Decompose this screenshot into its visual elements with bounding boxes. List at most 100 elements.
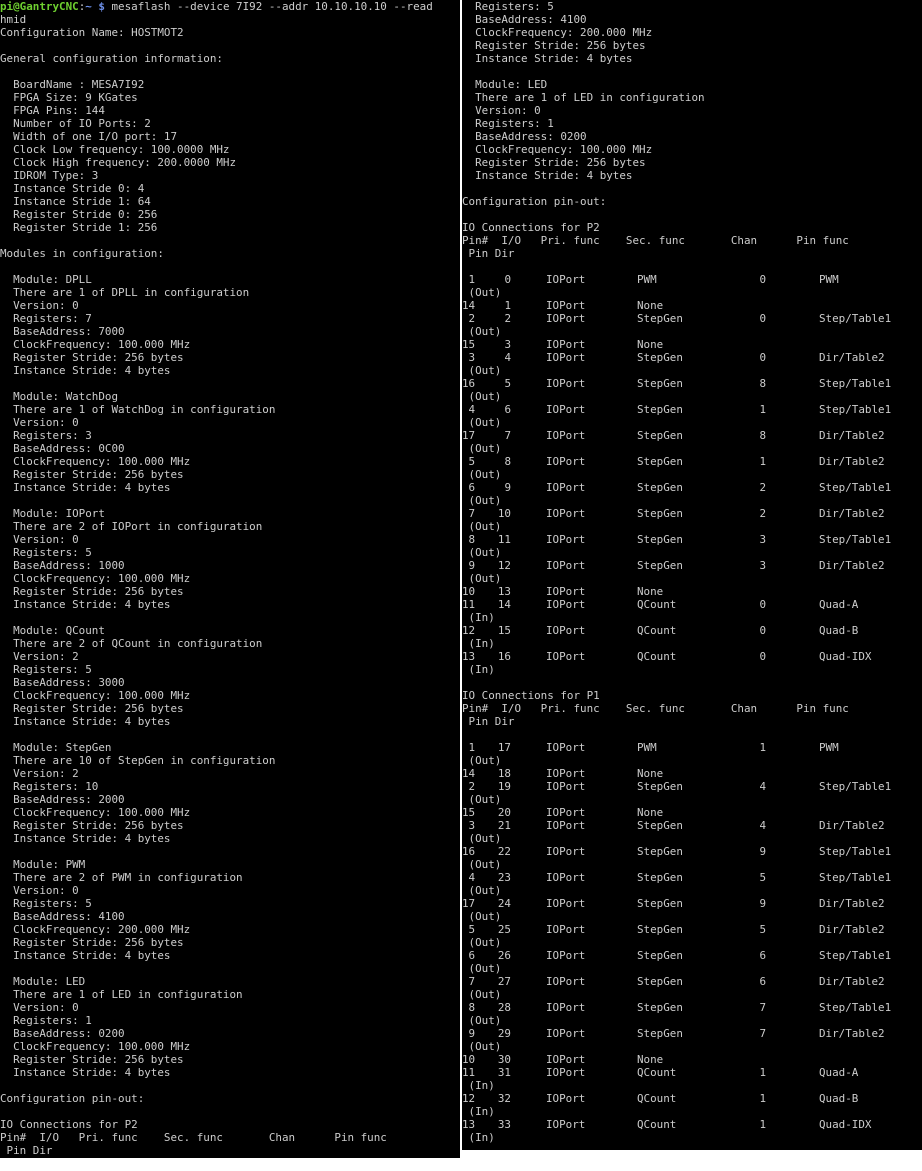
channel: 5 bbox=[759, 871, 766, 884]
pin-row: 4 6 IOPort StepGen 1 Step/Table1 bbox=[462, 403, 922, 416]
pin-direction: (Out) bbox=[462, 364, 502, 377]
channel: 6 bbox=[759, 949, 766, 962]
output-line: Configuration Name: HOSTMOT2 bbox=[0, 26, 184, 39]
prompt-user: pi@GantryCNC bbox=[0, 0, 79, 13]
pin-row: 5 8 IOPort StepGen 1 Dir/Table2 bbox=[462, 455, 922, 468]
channel: 8 bbox=[759, 429, 766, 442]
output-line: Configuration pin-out: bbox=[0, 1092, 145, 1105]
output-line: Instance Stride: 4 bytes bbox=[0, 832, 171, 845]
io-number: 13 bbox=[497, 585, 511, 598]
pin-function: PWM bbox=[819, 273, 839, 286]
primary-function: IOPort bbox=[546, 949, 586, 962]
output-line: Version: 0 bbox=[0, 533, 79, 546]
io-number: 5 bbox=[504, 377, 511, 390]
output-line: IO Connections for P2 bbox=[0, 1118, 138, 1131]
io-number: 9 bbox=[504, 481, 511, 494]
pin-row: 15 20 IOPort None bbox=[462, 806, 922, 819]
output-line: Registers: 5 bbox=[0, 897, 92, 910]
pin-direction: (In) bbox=[462, 663, 495, 676]
primary-function: IOPort bbox=[546, 624, 586, 637]
output-line: Module: LED bbox=[0, 975, 86, 988]
output-line: Module: DPLL bbox=[0, 273, 92, 286]
pin-row: 5 25 IOPort StepGen 5 Dir/Table2 bbox=[462, 923, 922, 936]
primary-function: IOPort bbox=[546, 338, 586, 351]
pin-function: Quad-B bbox=[819, 1092, 859, 1105]
terminal-window-left[interactable]: pi@GantryCNC:~ $ mesaflash --device 7I92… bbox=[0, 0, 460, 1158]
io-table-header: Pin# I/O Pri. func Sec. func Chan Pin fu… bbox=[462, 234, 849, 247]
secondary-function: StepGen bbox=[637, 949, 683, 962]
pin-row: 9 29 IOPort StepGen 7 Dir/Table2 bbox=[462, 1027, 922, 1040]
pin-direction: (Out) bbox=[462, 988, 502, 1001]
io-number: 26 bbox=[497, 949, 511, 962]
output-line: Instance Stride: 4 bytes bbox=[0, 481, 171, 494]
pin-row: 7 27 IOPort StepGen 6 Dir/Table2 bbox=[462, 975, 922, 988]
output-line: Registers: 10 bbox=[0, 780, 99, 793]
io-number: 19 bbox=[497, 780, 511, 793]
pin-direction: (Out) bbox=[462, 858, 502, 871]
pin-direction: (In) bbox=[462, 1131, 495, 1144]
terminal-window-right[interactable]: Registers: 5 BaseAddress: 4100 ClockFreq… bbox=[462, 0, 922, 1150]
primary-function: IOPort bbox=[546, 1092, 586, 1105]
primary-function: IOPort bbox=[546, 1027, 586, 1040]
pin-direction: (Out) bbox=[462, 494, 502, 507]
output-line: ClockFrequency: 100.000 MHz bbox=[0, 806, 191, 819]
output-line: Version: 0 bbox=[0, 416, 79, 429]
primary-function: IOPort bbox=[546, 650, 586, 663]
channel: 1 bbox=[759, 403, 766, 416]
output-line: Register Stride: 256 bytes bbox=[462, 156, 646, 169]
channel: 1 bbox=[759, 1118, 766, 1131]
pin-direction: (Out) bbox=[462, 1014, 502, 1027]
pin-function: Dir/Table2 bbox=[819, 507, 885, 520]
output-line: BaseAddress: 0200 bbox=[0, 1027, 125, 1040]
io-number: 14 bbox=[497, 598, 511, 611]
channel: 0 bbox=[759, 624, 766, 637]
secondary-function: StepGen bbox=[637, 533, 683, 546]
channel: 7 bbox=[759, 1027, 766, 1040]
secondary-function: StepGen bbox=[637, 481, 683, 494]
primary-function: IOPort bbox=[546, 975, 586, 988]
io-number: 1 bbox=[504, 299, 511, 312]
output-line: There are 2 of IOPort in configuration bbox=[0, 520, 263, 533]
output-line: BaseAddress: 2000 bbox=[0, 793, 125, 806]
channel: 2 bbox=[759, 507, 766, 520]
secondary-function: None bbox=[637, 585, 664, 598]
channel: 7 bbox=[759, 1001, 766, 1014]
primary-function: IOPort bbox=[546, 312, 586, 325]
channel: 1 bbox=[759, 455, 766, 468]
pin-function: Step/Table1 bbox=[819, 871, 892, 884]
output-left: Configuration Name: HOSTMOT2 General conf… bbox=[0, 26, 460, 1157]
output-line: Clock High frequency: 200.0000 MHz bbox=[0, 156, 237, 169]
output-line: Register Stride: 256 bytes bbox=[0, 1053, 184, 1066]
pin-direction: (In) bbox=[462, 1079, 495, 1092]
secondary-function: QCount bbox=[637, 598, 677, 611]
io-number: 4 bbox=[504, 351, 511, 364]
output-line: BoardName : MESA7I92 bbox=[0, 78, 145, 91]
secondary-function: StepGen bbox=[637, 403, 683, 416]
output-line: Pin Dir bbox=[0, 1144, 53, 1157]
pin-direction: (Out) bbox=[462, 572, 502, 585]
secondary-function: StepGen bbox=[637, 923, 683, 936]
primary-function: IOPort bbox=[546, 598, 586, 611]
pin-function: Step/Table1 bbox=[819, 533, 892, 546]
pin-function: Step/Table1 bbox=[819, 403, 892, 416]
io-table-header: Pin# I/O Pri. func Sec. func Chan Pin fu… bbox=[462, 702, 849, 715]
output-line: BaseAddress: 7000 bbox=[0, 325, 125, 338]
output-line: FPGA Pins: 144 bbox=[0, 104, 105, 117]
output-line: Instance Stride 1: 64 bbox=[0, 195, 151, 208]
pin-row: 13 16 IOPort QCount 0 Quad-IDX bbox=[462, 650, 922, 663]
primary-function: IOPort bbox=[546, 351, 586, 364]
primary-function: IOPort bbox=[546, 481, 586, 494]
primary-function: IOPort bbox=[546, 1001, 586, 1014]
pin-row: 14 1 IOPort None bbox=[462, 299, 922, 312]
io-number: 21 bbox=[497, 819, 511, 832]
io-connections-title: IO Connections for P1 bbox=[462, 689, 600, 702]
output-line: Registers: 7 bbox=[0, 312, 92, 325]
command-text: mesaflash --device 7I92 --addr 10.10.10.… bbox=[104, 0, 433, 13]
secondary-function: StepGen bbox=[637, 845, 683, 858]
output-line: Register Stride 0: 256 bbox=[0, 208, 158, 221]
primary-function: IOPort bbox=[546, 377, 586, 390]
secondary-function: None bbox=[637, 767, 664, 780]
